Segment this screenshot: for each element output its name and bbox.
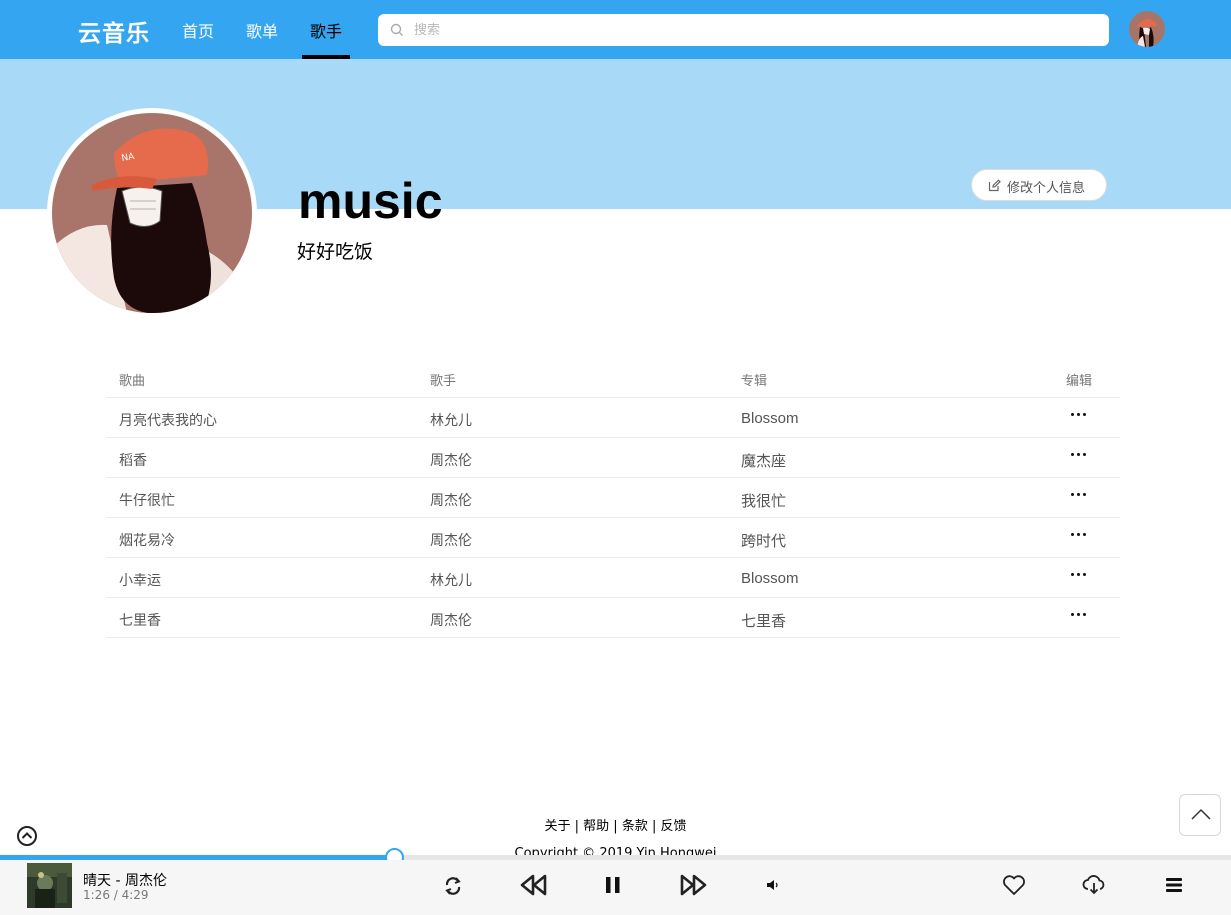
edit-icon [988, 179, 1001, 192]
more-icon[interactable] [1070, 486, 1088, 504]
table-header: 歌曲 歌手 专辑 编辑 [107, 358, 1120, 398]
player-bar: 晴天 - 周杰伦 1:26 / 4:29 [0, 860, 1231, 915]
artist-name[interactable]: 周杰伦 [430, 490, 472, 510]
volume-icon[interactable] [766, 879, 780, 891]
heart-icon[interactable] [1002, 874, 1026, 896]
song-name[interactable]: 小幸运 [119, 570, 161, 590]
album-cover[interactable] [27, 863, 72, 908]
nav-home[interactable]: 首页 [182, 18, 214, 42]
column-header-edit: 编辑 [1066, 374, 1093, 389]
song-name[interactable]: 稻香 [119, 450, 147, 470]
column-header-album: 专辑 [741, 374, 768, 389]
table-row[interactable]: 烟花易冷 周杰伦 跨时代 [107, 518, 1120, 558]
now-playing-time: 1:26 / 4:29 [83, 888, 149, 902]
album-name[interactable]: 跨时代 [741, 530, 786, 551]
column-header-artist: 歌手 [430, 374, 457, 389]
profile-username: music [298, 173, 443, 229]
footer-link-feedback[interactable]: 反馈 [661, 819, 687, 834]
app: 云音乐 首页 歌单 歌手 搜索 NA music 好好吃饭 修改个人信息 歌曲 … [0, 0, 1231, 915]
logo[interactable]: 云音乐 [78, 14, 150, 48]
song-name[interactable]: 烟花易冷 [119, 530, 175, 550]
back-to-top-button[interactable] [1179, 794, 1221, 836]
profile-avatar: NA [47, 108, 257, 318]
search-icon [390, 23, 403, 36]
user-avatar[interactable] [1129, 11, 1165, 47]
edit-profile-button[interactable]: 修改个人信息 [971, 169, 1107, 201]
footer-separator: | [574, 819, 579, 834]
footer-links: 关于 | 帮助 | 条款 | 反馈 [0, 815, 1231, 834]
now-playing-title: 晴天 - 周杰伦 [83, 873, 167, 889]
chevron-up-icon [1191, 808, 1211, 820]
more-icon[interactable] [1070, 406, 1088, 424]
album-name[interactable]: 魔杰座 [741, 450, 786, 471]
table-row[interactable]: 小幸运 林允儿 Blossom [107, 558, 1120, 598]
song-name[interactable]: 七里香 [119, 610, 161, 630]
table-row[interactable]: 月亮代表我的心 林允儿 Blossom [107, 398, 1120, 438]
more-icon[interactable] [1070, 566, 1088, 584]
table-row[interactable]: 七里香 周杰伦 七里香 [107, 598, 1120, 638]
previous-icon[interactable] [520, 874, 547, 896]
search-box[interactable] [378, 14, 1109, 46]
artist-name[interactable]: 周杰伦 [430, 530, 472, 550]
search-input[interactable] [414, 14, 1094, 46]
nav-artists[interactable]: 歌手 [310, 18, 342, 42]
footer-link-help[interactable]: 帮助 [583, 819, 609, 834]
top-header: 云音乐 首页 歌单 歌手 [0, 0, 1231, 60]
more-icon[interactable] [1070, 446, 1088, 464]
chevron-up-icon[interactable] [16, 825, 38, 847]
playlist-icon[interactable] [1165, 877, 1183, 893]
table-row[interactable]: 稻香 周杰伦 魔杰座 [107, 438, 1120, 478]
more-icon[interactable] [1070, 606, 1088, 624]
artist-name[interactable]: 周杰伦 [430, 450, 472, 470]
album-name[interactable]: 我很忙 [741, 490, 786, 511]
edit-profile-label: 修改个人信息 [1007, 180, 1086, 195]
footer-separator: | [651, 819, 657, 834]
album-name[interactable]: Blossom [741, 410, 799, 427]
pause-icon[interactable] [604, 876, 622, 894]
song-name[interactable]: 牛仔很忙 [119, 490, 175, 510]
footer-link-terms[interactable]: 条款 [622, 819, 648, 834]
repeat-icon[interactable] [442, 875, 464, 897]
table-row[interactable]: 牛仔很忙 周杰伦 我很忙 [107, 478, 1120, 518]
song-table: 歌曲 歌手 专辑 编辑 月亮代表我的心 林允儿 Blossom 稻香 周杰伦 魔… [107, 358, 1120, 638]
nav-playlists[interactable]: 歌单 [246, 18, 278, 42]
artist-name[interactable]: 林允儿 [430, 410, 472, 430]
song-name[interactable]: 月亮代表我的心 [119, 410, 217, 430]
album-name[interactable]: 七里香 [741, 610, 786, 631]
album-name[interactable]: Blossom [741, 570, 799, 587]
footer-link-about[interactable]: 关于 [544, 819, 570, 834]
artist-name[interactable]: 周杰伦 [430, 610, 472, 630]
profile-signature: 好好吃饭 [297, 241, 374, 263]
footer-separator: | [613, 819, 618, 834]
next-icon[interactable] [680, 874, 707, 896]
artist-name[interactable]: 林允儿 [430, 570, 472, 590]
column-header-song: 歌曲 [119, 374, 146, 389]
download-icon[interactable] [1082, 874, 1106, 896]
more-icon[interactable] [1070, 526, 1088, 544]
